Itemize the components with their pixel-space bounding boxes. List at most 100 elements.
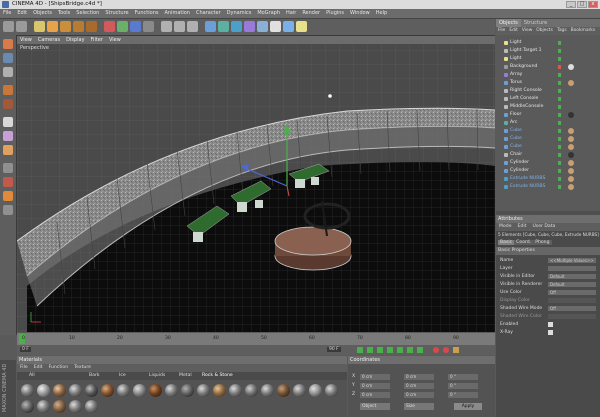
workplane-icon[interactable] [3, 191, 13, 201]
menu-render[interactable]: Render [299, 9, 323, 18]
visibility-dots-icon[interactable] [558, 65, 561, 69]
render-picture-viewer-icon[interactable] [174, 21, 185, 32]
size-mode-dropdown[interactable]: Size [404, 403, 434, 410]
next-frame-icon[interactable] [397, 347, 403, 353]
maximize-button[interactable]: □ [577, 1, 587, 8]
menu-structure[interactable]: Structure [102, 9, 131, 18]
material-swatch[interactable] [117, 384, 130, 397]
objects-menu-tags[interactable]: Tags [555, 28, 569, 33]
menu-objects[interactable]: Objects [30, 9, 55, 18]
material-tag-icon[interactable] [568, 80, 574, 86]
menu-tools[interactable]: Tools [55, 9, 73, 18]
record-icon[interactable] [433, 347, 439, 353]
timeline-ruler[interactable]: 0 10 20 30 40 50 60 70 80 90 [17, 333, 495, 345]
menu-help[interactable]: Help [373, 9, 390, 18]
shaded-wire-color-field[interactable] [548, 314, 596, 319]
menu-plugins[interactable]: Plugins [323, 9, 347, 18]
menu-window[interactable]: Window [347, 9, 373, 18]
material-tag-icon[interactable] [568, 144, 574, 150]
keyframe-selection-icon[interactable] [453, 347, 459, 353]
make-editable-icon[interactable] [3, 39, 13, 49]
xray-checkbox[interactable] [548, 330, 553, 335]
material-swatch[interactable] [37, 384, 50, 397]
edges-mode-icon[interactable] [3, 131, 13, 141]
viewport-menu-view-2[interactable]: View [106, 36, 124, 44]
visibility-dots-icon[interactable] [558, 169, 561, 173]
visible-renderer-dropdown[interactable]: Default [548, 282, 596, 287]
points-mode-icon[interactable] [3, 117, 13, 127]
camera-icon[interactable] [283, 21, 294, 32]
scene-icon[interactable] [270, 21, 281, 32]
size-x-field[interactable]: 0 cm [404, 374, 434, 380]
material-tag-icon[interactable] [568, 112, 574, 118]
visibility-dots-icon[interactable] [558, 129, 561, 133]
attributes-menu-user-data[interactable]: User Data [529, 224, 558, 229]
viewport-menu-view[interactable]: View [17, 36, 35, 44]
y-axis-icon[interactable] [117, 21, 128, 32]
filter-ice[interactable]: Ice [119, 372, 126, 380]
end-frame-field[interactable]: 90 F [327, 347, 341, 352]
rotation-p-field[interactable]: 0 ° [448, 383, 478, 389]
play-icon[interactable] [387, 347, 393, 353]
current-frame-field[interactable]: 0 F [20, 347, 31, 352]
use-color-dropdown[interactable]: Off [548, 290, 596, 295]
axis-mode-icon[interactable] [3, 99, 13, 109]
material-swatch[interactable] [21, 400, 34, 413]
position-y-field[interactable]: 0 cm [360, 383, 390, 389]
size-y-field[interactable]: 0 cm [404, 383, 434, 389]
list-item[interactable]: Extrude NURBS [496, 183, 600, 191]
minimize-button[interactable]: _ [566, 1, 576, 8]
objects-menu-file[interactable]: File [496, 28, 507, 33]
material-swatch[interactable] [53, 384, 66, 397]
cube-icon[interactable] [205, 21, 216, 32]
rotation-h-field[interactable]: 0 ° [448, 374, 478, 380]
tab-phong[interactable]: Phong [533, 240, 552, 245]
menu-edit[interactable]: Edit [14, 9, 30, 18]
list-item[interactable]: Background [496, 63, 600, 71]
menu-character[interactable]: Character [193, 9, 224, 18]
visibility-dots-icon[interactable] [558, 161, 561, 165]
display-color-field[interactable] [548, 298, 596, 303]
list-item[interactable]: Right Console [496, 87, 600, 95]
attributes-menu-mode[interactable]: Mode [496, 224, 515, 229]
objects-menu-view[interactable]: View [520, 28, 534, 33]
rotate-icon[interactable] [73, 21, 84, 32]
objects-menu-edit[interactable]: Edit [507, 28, 520, 33]
material-swatch[interactable] [85, 400, 98, 413]
filter-metal[interactable]: Metal [179, 372, 192, 380]
visibility-dots-icon[interactable] [558, 89, 561, 93]
shaded-wire-mode-dropdown[interactable]: Off [548, 306, 596, 311]
material-swatch[interactable] [277, 384, 290, 397]
material-tag-icon[interactable] [568, 152, 574, 158]
undo-icon[interactable] [3, 21, 14, 32]
materials-menu-texture[interactable]: Texture [71, 365, 94, 370]
list-item[interactable]: Arc [496, 119, 600, 127]
materials-menu-edit[interactable]: Edit [31, 365, 46, 370]
material-swatch[interactable] [37, 400, 50, 413]
visibility-dots-icon[interactable] [558, 145, 561, 149]
material-swatch[interactable] [149, 384, 162, 397]
menu-animation[interactable]: Animation [161, 9, 193, 18]
rotation-b-field[interactable]: 0 ° [448, 392, 478, 398]
spline-pen-icon[interactable] [218, 21, 229, 32]
recent-tool-icon[interactable] [86, 21, 97, 32]
visibility-dots-icon[interactable] [558, 137, 561, 141]
visibility-dots-icon[interactable] [558, 121, 561, 125]
render-view-icon[interactable] [161, 21, 172, 32]
visibility-dots-icon[interactable] [558, 81, 561, 85]
visibility-dots-icon[interactable] [558, 113, 561, 117]
tab-structure[interactable]: Structure [521, 19, 550, 27]
snap-icon[interactable] [3, 177, 13, 187]
object-mode-icon[interactable] [3, 67, 13, 77]
model-mode-icon[interactable] [3, 53, 13, 63]
material-swatch[interactable] [197, 384, 210, 397]
list-item[interactable]: Floor [496, 111, 600, 119]
filter-liquids[interactable]: Liquids [149, 372, 165, 380]
tab-coord[interactable]: Coord. [514, 240, 534, 245]
next-key-icon[interactable] [407, 347, 413, 353]
list-item[interactable]: Cube [496, 135, 600, 143]
list-item[interactable]: Cube [496, 127, 600, 135]
list-item[interactable]: Cube [496, 143, 600, 151]
filter-bark[interactable]: Bark [89, 372, 100, 380]
material-tag-icon[interactable] [568, 184, 574, 190]
